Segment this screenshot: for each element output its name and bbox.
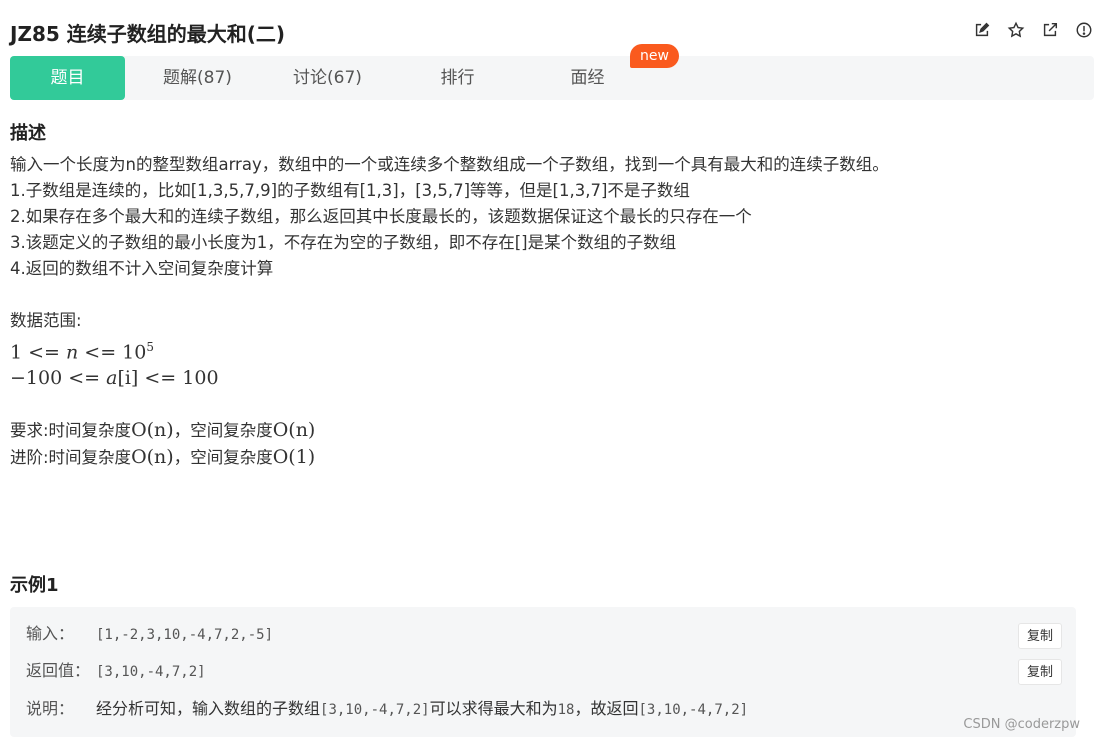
description-line: 输入一个长度为n的整型数组array，数组中的一个或连续多个整数组成一个子数组，… (10, 155, 889, 174)
copy-input-button[interactable]: 复制 (1018, 623, 1062, 649)
description-line: 2.如果存在多个最大和的连续子数组，那么返回其中长度最长的，该题数据保证这个最长… (10, 207, 752, 226)
new-badge: new (630, 44, 679, 68)
output-label: 返回值： (26, 661, 91, 680)
tab-problem[interactable]: 题目 (10, 56, 125, 100)
edit-icon[interactable] (972, 20, 992, 40)
note-code: [3,10,-4,7,2] (320, 702, 430, 718)
note-text: ，故返回 (574, 699, 639, 718)
range-formula-a: −100 <= a[i] <= 100 (10, 367, 219, 390)
example-panel: 输入： [1,-2,3,10,-4,7,2,-5] 复制 返回值： [3,10,-4… (10, 607, 1076, 737)
output-value: [3,10,-4,7,2] (96, 664, 206, 680)
problem-description: 输入一个长度为n的整型数组array，数组中的一个或连续多个整数组成一个子数组，… (10, 152, 1070, 471)
requirement-line: 要求:时间复杂度O(n)，空间复杂度O(n) (10, 419, 316, 442)
tab-interview[interactable]: 面经 (535, 56, 640, 100)
space-complexity: O(n) (272, 419, 316, 442)
range-label: 数据范围: (10, 311, 82, 330)
time-complexity: O(n) (131, 446, 174, 469)
note-code: [3,10,-4,7,2] (638, 702, 749, 718)
tab-ranking[interactable]: 排行 (405, 56, 510, 100)
range-formula-n: 1 <= n <= 105 (10, 340, 155, 364)
tab-discussion[interactable]: 讨论(67) (275, 56, 380, 100)
tab-bar: 题目 题解(87) 讨论(67) 排行 面经 new (10, 44, 1094, 100)
note-text: 经分析可知，输入数组的子数组 (96, 699, 321, 718)
problem-header: JZ85 连续子数组的最大和(二) (10, 14, 1094, 48)
external-link-icon[interactable] (1040, 20, 1060, 40)
description-heading: 描述 (10, 123, 46, 144)
input-value: [1,-2,3,10,-4,7,2,-5] (96, 627, 274, 643)
time-complexity: O(n) (131, 419, 174, 442)
example-input-row: 输入： [1,-2,3,10,-4,7,2,-5] (26, 621, 273, 647)
note-text: 可以求得最大和为 (429, 699, 558, 718)
description-line: 1.子数组是连续的，比如[1,3,5,7,9]的子数组有[1,3]，[3,5,7… (10, 181, 690, 200)
note-code: 18 (557, 702, 575, 718)
space-complexity: O(1) (272, 446, 316, 469)
description-line: 4.返回的数组不计入空间复杂度计算 (10, 259, 274, 278)
example-output-row: 返回值： [3,10,-4,7,2] (26, 658, 206, 684)
advanced-line: 进阶:时间复杂度O(n)，空间复杂度O(1) (10, 446, 316, 469)
example-note-row: 说明： 经分析可知，输入数组的子数组[3,10,-4,7,2]可以求得最大和为18… (26, 696, 748, 722)
input-label: 输入： (26, 624, 75, 643)
star-icon[interactable] (1006, 20, 1026, 40)
page-title: JZ85 连续子数组的最大和(二) (10, 22, 286, 46)
tab-solutions[interactable]: 题解(87) (145, 56, 250, 100)
copy-output-button[interactable]: 复制 (1018, 659, 1062, 685)
watermark: CSDN @coderzpw (963, 717, 1080, 732)
example-heading: 示例1 (10, 575, 59, 596)
header-actions (972, 20, 1094, 40)
info-icon[interactable] (1074, 20, 1094, 40)
note-label: 说明： (26, 699, 75, 718)
description-line: 3.该题定义的子数组的最小长度为1，不存在为空的子数组，即不存在[]是某个数组的… (10, 233, 677, 252)
